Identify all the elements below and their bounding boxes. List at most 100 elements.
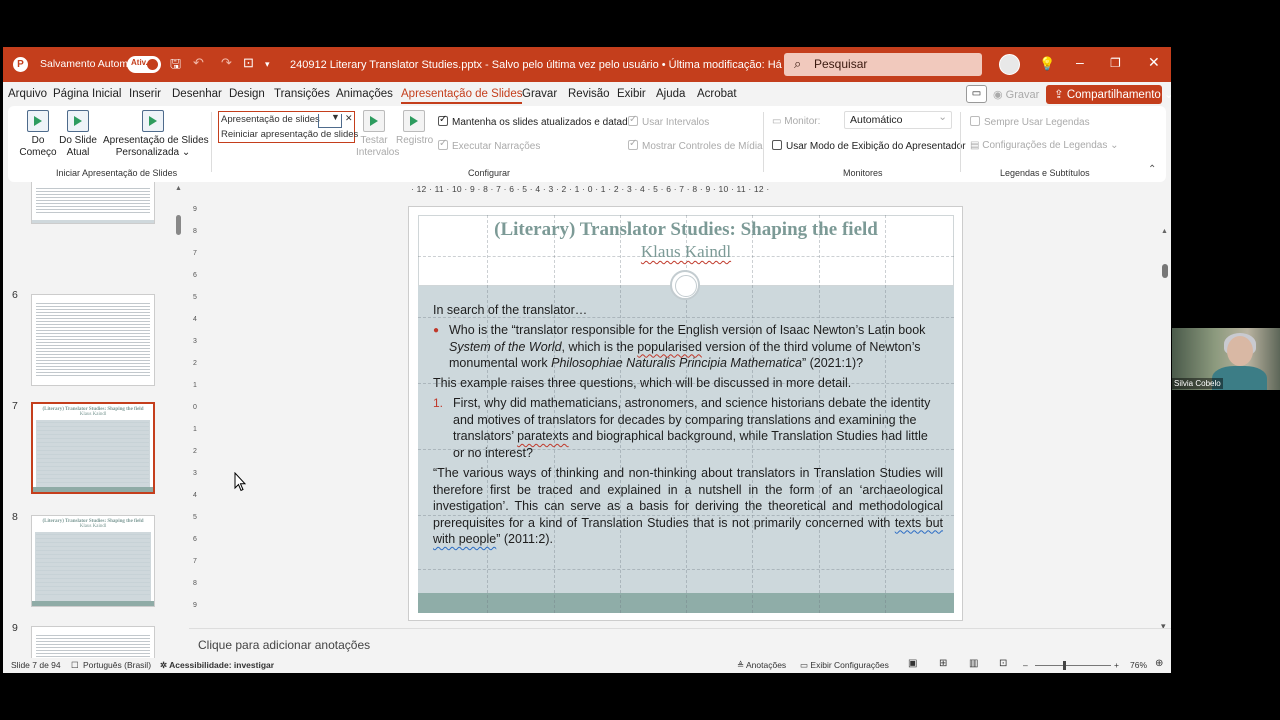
slide-thumbnail-6[interactable] <box>31 294 155 386</box>
accessibility-status[interactable]: ✲ Acessibilidade: investigar <box>160 660 274 671</box>
ruler-tick: 1 <box>193 426 197 433</box>
slide-subtitle-text: Klaus Kaindl <box>640 242 732 261</box>
tab-gravar[interactable]: Gravar <box>522 88 557 100</box>
notes-toggle-label: Anotações <box>746 660 787 670</box>
search-box[interactable]: ⌕ Pesquisar <box>784 53 982 76</box>
spellcheck-icon[interactable]: ☐ <box>71 660 79 671</box>
rehearse-timings-button[interactable]: Testar Intervalos <box>356 110 399 159</box>
horizontal-ruler: · 12 · 11 · 10 · 9 · 8 · 7 · 6 · 5 · 4 ·… <box>411 184 770 194</box>
custom-slide-show-button[interactable]: Apresentação de Slides Personalizada ⌄ <box>103 110 209 159</box>
slide-subtitle[interactable]: Klaus Kaindl <box>418 242 954 262</box>
record-button[interactable]: ◉ Gravar <box>993 88 1039 101</box>
show-media-controls-label: Mostrar Controles de Mídia <box>642 141 763 152</box>
slide-title[interactable]: (Literary) Translator Studies: Shaping t… <box>418 219 954 241</box>
comments-button[interactable]: ▭ <box>966 85 987 103</box>
close-icon[interactable]: ✕ <box>1148 54 1160 71</box>
presenter-view-checkbox[interactable]: Usar Modo de Exibição do Apresentador <box>772 140 966 152</box>
save-icon[interactable]: 🖫 <box>170 55 181 77</box>
dropdown-close-icon[interactable]: ✕ <box>345 113 353 124</box>
group-label-configure: Configurar <box>468 168 511 178</box>
record-slide-icon <box>403 110 425 132</box>
tab-ajuda[interactable]: Ajuda <box>656 88 685 100</box>
customize-toolbar-icon[interactable]: ▾ <box>265 59 270 70</box>
quote-paragraph[interactable]: “The various ways of thinking and non-th… <box>433 465 943 548</box>
video-participant-tile[interactable]: Silvia Cobelo <box>1172 328 1280 390</box>
keep-slides-updated-checkbox[interactable]: Mantenha os slides atualizados e datados <box>438 114 638 128</box>
redo-icon[interactable]: ↷ <box>221 55 232 71</box>
test-intervals-label-2: Intervalos <box>356 147 400 158</box>
tab-exibir[interactable]: Exibir <box>617 88 646 100</box>
dropdown-option-restart[interactable]: Reiniciar apresentação de slides <box>221 129 358 140</box>
zoom-slider-thumb[interactable] <box>1063 661 1066 670</box>
use-timings-checkbox[interactable]: Usar Intervalos <box>628 114 709 128</box>
zoom-out-icon[interactable]: – <box>1023 660 1028 670</box>
show-media-controls-checkbox[interactable]: Mostrar Controles de Mídia <box>628 138 763 152</box>
display-settings-button[interactable]: ▭ Exibir Configurações <box>800 660 889 671</box>
from-current-slide-button[interactable]: Do Slide Atual <box>57 110 99 159</box>
account-avatar[interactable] <box>999 54 1020 75</box>
always-use-subtitles-checkbox[interactable]: Sempre Usar Legendas <box>970 116 1090 128</box>
tab-apresentacao-de-slides[interactable]: Apresentação de Slides <box>401 88 523 104</box>
tab-transicoes[interactable]: Transições <box>274 88 330 100</box>
tab-arquivo[interactable]: Arquivo <box>8 88 47 100</box>
slide-thumbnail-7[interactable]: (Literary) Translator Studies: Shaping t… <box>31 402 155 494</box>
mouse-cursor-icon <box>234 472 246 492</box>
bullet-text-book: System of the World <box>449 339 562 354</box>
tab-revisao[interactable]: Revisão <box>568 88 610 100</box>
reading-view-icon[interactable]: ▥ <box>969 658 978 669</box>
slide-thumbnail-9[interactable] <box>31 626 155 658</box>
tab-acrobat[interactable]: Acrobat <box>697 88 737 100</box>
tab-pagina-inicial[interactable]: Página Inicial <box>53 88 121 100</box>
document-title[interactable]: 240912 Literary Translator Studies.pptx … <box>290 58 830 71</box>
notes-toggle[interactable]: ≜ Anotações <box>737 660 786 671</box>
ruler-tick: 4 <box>193 492 197 499</box>
slide-thumbnail-5[interactable] <box>31 182 155 224</box>
tab-animacoes[interactable]: Animações <box>336 88 393 100</box>
undo-icon[interactable]: ↶ <box>193 55 204 71</box>
zoom-slider-track[interactable] <box>1035 665 1111 666</box>
editor-scrollbar[interactable] <box>1162 264 1168 278</box>
bullet-text-work: Philosophiae Naturalis Principia Mathema… <box>551 356 802 370</box>
collapse-ribbon-icon[interactable]: ⌃ <box>1148 164 1156 175</box>
participant-head <box>1227 336 1253 366</box>
powerpoint-logo-icon: P <box>13 57 28 72</box>
bullet-question[interactable]: Who is the “translator responsible for t… <box>449 322 939 372</box>
participant-name: Silvia Cobelo <box>1172 378 1223 389</box>
share-button[interactable]: ⇪ Compartilhamento ⌄ <box>1046 85 1171 104</box>
slide-sorter-icon[interactable]: ⊞ <box>939 658 947 669</box>
minimize-icon[interactable]: – <box>1076 54 1084 70</box>
language-status[interactable]: Português (Brasil) <box>83 660 151 670</box>
slide-thumbnail-8[interactable]: (Literary) Translator Studies: Shaping t… <box>31 515 155 607</box>
numbered-point-1[interactable]: First, why did mathematicians, astronome… <box>453 395 931 461</box>
intro-line[interactable]: In search of the translator… <box>433 302 943 319</box>
lightbulb-icon[interactable]: 💡 <box>1039 56 1055 72</box>
fit-to-window-icon[interactable]: ⊕ <box>1155 658 1163 669</box>
zoom-level[interactable]: 76% <box>1130 660 1147 670</box>
slideshow-view-icon[interactable]: ⊡ <box>999 658 1007 669</box>
record-slide-button[interactable]: Registro <box>396 110 433 147</box>
ribbon-tabs: Arquivo Página Inicial Inserir Desenhar … <box>3 82 1171 106</box>
present-icon[interactable]: ⊡ <box>243 55 254 71</box>
normal-view-icon[interactable]: ▣ <box>908 658 917 669</box>
notes-pane[interactable]: Clique para adicionar anotações <box>189 628 1171 658</box>
editor-scroll-up-icon[interactable]: ▲ <box>1161 228 1168 235</box>
ruler-tick: 7 <box>193 250 197 257</box>
example-line[interactable]: This example raises three questions, whi… <box>433 375 943 392</box>
display-settings-icon: ▭ <box>800 660 811 670</box>
subtitle-settings-button[interactable]: ▤ Configurações de Legendas ⌄ <box>970 140 1118 151</box>
play-narrations-checkbox[interactable]: Executar Narrações <box>438 138 540 152</box>
tab-inserir[interactable]: Inserir <box>129 88 161 100</box>
monitor-select[interactable]: Automático <box>844 111 952 129</box>
thumbs-scrollbar[interactable] <box>176 215 181 235</box>
slide-counter: Slide 7 de 94 <box>11 660 61 670</box>
thumbs-scroll-up-icon[interactable]: ▲ <box>175 185 182 192</box>
tab-desenhar[interactable]: Desenhar <box>172 88 222 100</box>
restore-icon[interactable]: ❐ <box>1110 56 1121 70</box>
ruler-tick: 8 <box>193 580 197 587</box>
dropdown-option-slide-show[interactable]: Apresentação de slides <box>221 114 320 125</box>
tab-design[interactable]: Design <box>229 88 265 100</box>
from-beginning-button[interactable]: Do Começo <box>18 110 58 159</box>
zoom-in-icon[interactable]: + <box>1114 660 1119 670</box>
slide-canvas[interactable]: (Literary) Translator Studies: Shaping t… <box>408 206 963 621</box>
ruler-tick: 7 <box>193 558 197 565</box>
